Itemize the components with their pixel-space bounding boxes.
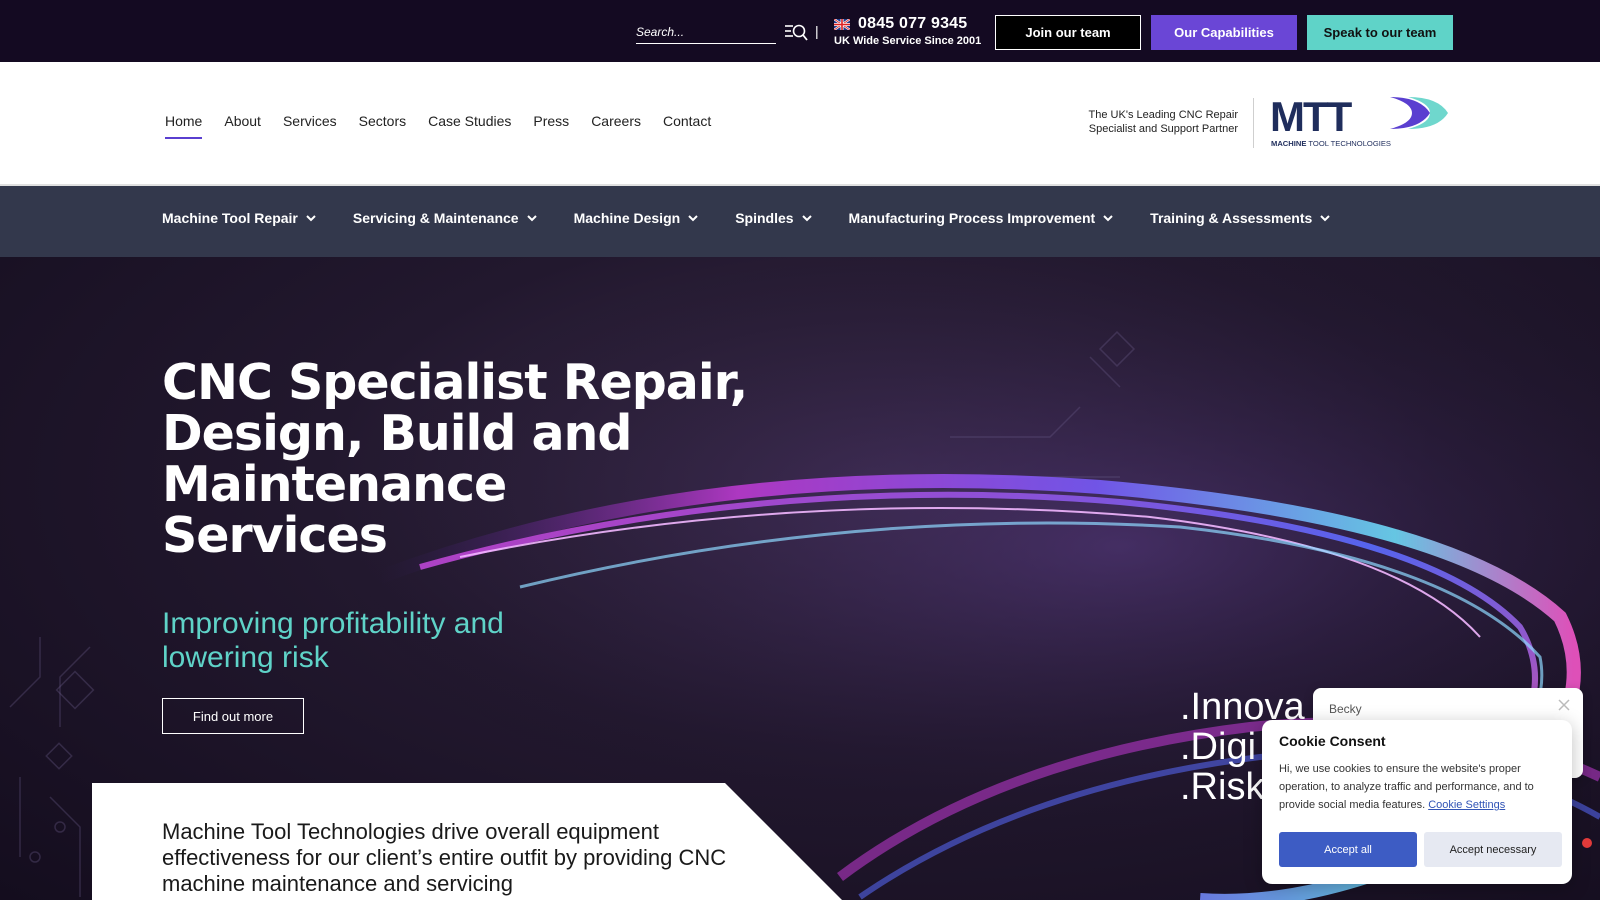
subnav-label: Servicing & Maintenance [352, 210, 519, 226]
intro-text: Machine Tool Technologies drive overall … [162, 819, 762, 897]
search-icon[interactable] [784, 22, 808, 42]
chevron-down-icon [526, 215, 537, 222]
nav-links: Home About Services Sectors Case Studies… [165, 113, 733, 139]
logo-subtitle-bold: MACHINE [1271, 139, 1306, 148]
nav-item-press[interactable]: Press [533, 113, 569, 139]
subnav-item-machine-tool-repair[interactable]: Machine Tool Repair [162, 210, 317, 226]
nav-item-contact[interactable]: Contact [663, 113, 711, 139]
svg-text:MACHINE TOOL TECHNOLOGIES: MACHINE TOOL TECHNOLOGIES [1271, 139, 1391, 148]
nav-item-home[interactable]: Home [165, 113, 203, 139]
capabilities-button[interactable]: Our Capabilities [1151, 15, 1297, 50]
subnav-item-spindles[interactable]: Spindles [735, 210, 812, 226]
intro-line-3: machine maintenance and servicing [162, 871, 513, 896]
search-field-wrapper [636, 22, 776, 44]
subnav-item-servicing-maintenance[interactable]: Servicing & Maintenance [353, 210, 538, 226]
mtt-logo[interactable]: MTT MACHINE TOOL TECHNOLOGIES [1270, 95, 1450, 151]
chevron-down-icon [306, 215, 316, 222]
nav-item-services[interactable]: Services [283, 113, 337, 139]
chevron-down-icon [688, 215, 698, 222]
chat-agent-name: Becky [1329, 702, 1362, 716]
nav-item-case-studies[interactable]: Case Studies [428, 113, 511, 139]
intro-line-1: Machine Tool Technologies drive overall … [162, 819, 659, 844]
hero-subtitle: Improving profitability and lowering ris… [162, 607, 582, 675]
hero-title: CNC Specialist Repair, Design, Build and… [162, 357, 882, 561]
close-icon[interactable] [1557, 698, 1571, 712]
hero-subtitle-line-2: lowering risk [162, 641, 329, 674]
hero-subtitle-line-1: Improving profitability and [162, 607, 504, 640]
chevron-down-icon [1320, 215, 1330, 222]
uk-flag-icon [834, 19, 850, 30]
logo-letters: MTT [1270, 95, 1353, 140]
subnav-label: Machine Design [573, 210, 681, 226]
top-bar: | 0845 077 9345 UK Wide Service Since 20… [0, 0, 1600, 62]
search-input[interactable] [636, 22, 776, 42]
join-team-button[interactable]: Join our team [995, 15, 1141, 50]
main-navigation: Home About Services Sectors Case Studies… [0, 62, 1600, 184]
speak-to-team-button[interactable]: Speak to our team [1307, 15, 1453, 50]
accept-all-button[interactable]: Accept all [1279, 832, 1417, 867]
nav-item-sectors[interactable]: Sectors [359, 113, 406, 139]
tagline-line-1: The UK's Leading CNC Repair [1088, 109, 1238, 121]
logo-subtitle-rest: TOOL TECHNOLOGIES [1306, 139, 1391, 148]
logo-divider [1253, 98, 1254, 148]
phone-number[interactable]: 0845 077 9345 [858, 15, 967, 33]
subnav-item-manufacturing-process-improvement[interactable]: Manufacturing Process Improvement [849, 210, 1115, 226]
find-out-more-button[interactable]: Find out more [162, 698, 304, 734]
subnav-label: Manufacturing Process Improvement [848, 210, 1096, 226]
hero-title-line-1: CNC Specialist Repair, [162, 354, 748, 411]
services-subnav: Machine Tool Repair Servicing & Maintena… [0, 184, 1600, 257]
cookie-settings-link[interactable]: Cookie Settings [1428, 799, 1505, 811]
subnav-items: Machine Tool Repair Servicing & Maintena… [162, 210, 1331, 226]
cookie-text: Hi, we use cookies to ensure the website… [1279, 760, 1563, 814]
phone-subtitle: UK Wide Service Since 2001 [834, 35, 982, 47]
subnav-item-machine-design[interactable]: Machine Design [574, 210, 700, 226]
intro-line-2: effectiveness for our client’s entire ou… [162, 845, 727, 870]
accept-necessary-button[interactable]: Accept necessary [1424, 832, 1562, 867]
subnav-label: Machine Tool Repair [162, 210, 298, 226]
nav-item-about[interactable]: About [224, 113, 261, 139]
nav-item-careers[interactable]: Careers [591, 113, 641, 139]
subnav-label: Spindles [735, 210, 794, 226]
notification-dot [1582, 838, 1592, 848]
chevron-down-icon [801, 215, 812, 222]
cookie-consent-dialog: Cookie Consent Hi, we use cookies to ens… [1262, 720, 1572, 884]
company-tagline: The UK's Leading CNC Repair Specialist a… [1060, 108, 1238, 136]
tagline-line-2: Specialist and Support Partner [1088, 123, 1238, 135]
chevron-down-icon [1103, 215, 1113, 222]
topbar-divider: | [815, 23, 819, 39]
subnav-label: Training & Assessments [1150, 210, 1313, 226]
hero-title-line-3: Services [162, 507, 388, 564]
cookie-title: Cookie Consent [1279, 733, 1386, 749]
subnav-item-training-assessments[interactable]: Training & Assessments [1150, 210, 1331, 226]
hero-title-line-2: Design, Build and Maintenance [162, 405, 632, 513]
